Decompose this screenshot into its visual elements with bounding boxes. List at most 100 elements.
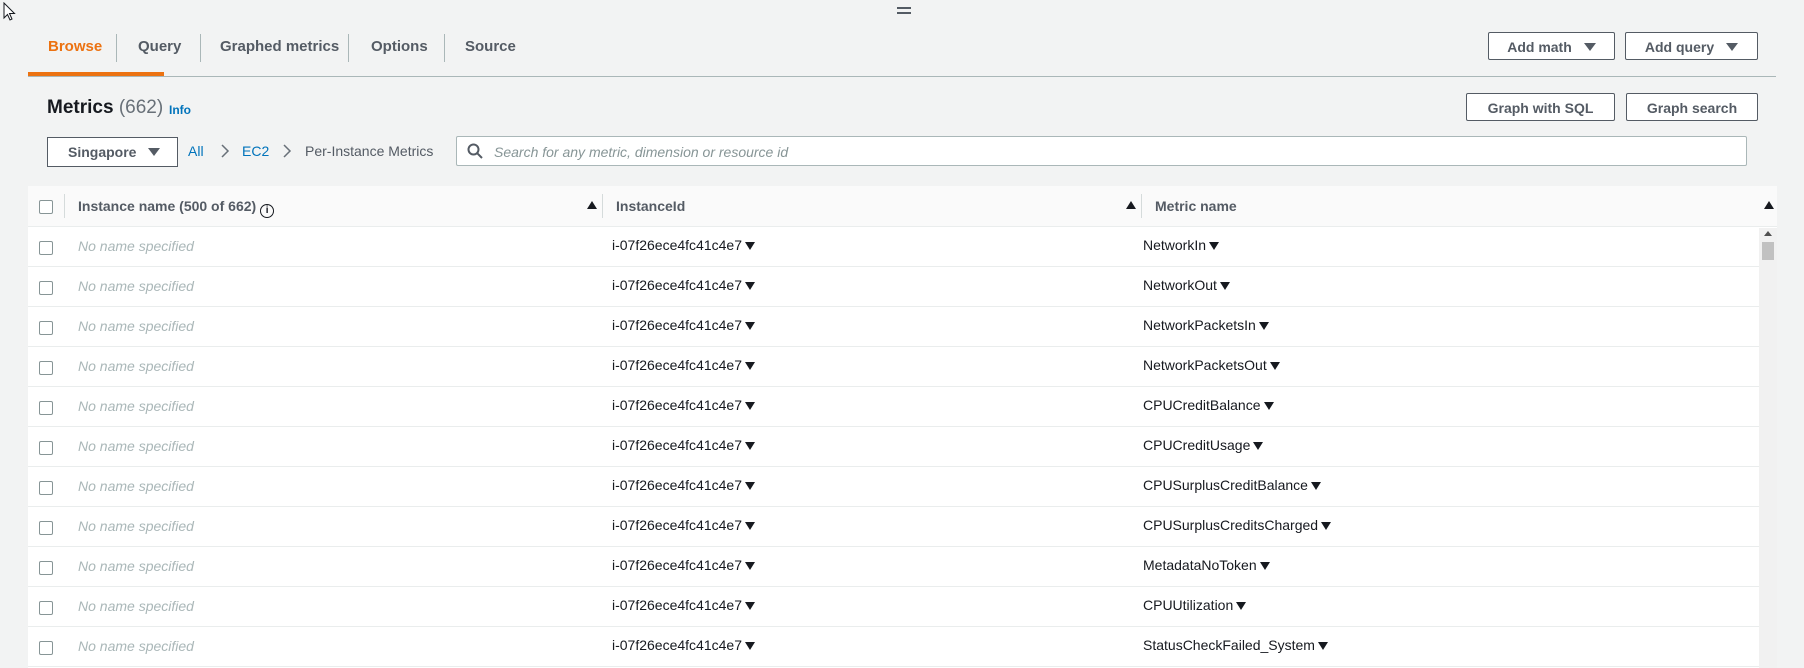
dropdown-icon[interactable] — [1258, 322, 1269, 330]
dropdown-icon[interactable] — [1236, 602, 1247, 610]
instance-id-cell[interactable]: i-07f26ece4fc41c4e7 — [612, 637, 755, 653]
table-row[interactable]: No name specified i-07f26ece4fc41c4e7 Stat… — [28, 627, 1759, 667]
tab-options[interactable]: Options — [371, 28, 428, 66]
metric-name-cell[interactable]: CPUCreditBalance — [1143, 397, 1274, 413]
instance-id-cell[interactable]: i-07f26ece4fc41c4e7 — [612, 357, 755, 373]
row-checkbox[interactable] — [39, 641, 53, 655]
table-row[interactable]: No name specified i-07f26ece4fc41c4e7 Netw… — [28, 347, 1759, 387]
row-checkbox[interactable] — [39, 241, 53, 255]
scroll-up-arrow-icon[interactable] — [1764, 231, 1772, 236]
metric-name-cell[interactable]: NetworkPacketsOut — [1143, 357, 1280, 373]
table-row[interactable]: No name specified i-07f26ece4fc41c4e7 Netw… — [28, 227, 1759, 267]
tab-query[interactable]: Query — [138, 28, 181, 66]
instance-id-cell[interactable]: i-07f26ece4fc41c4e7 — [612, 397, 755, 413]
dropdown-icon[interactable] — [745, 522, 755, 530]
breadcrumb-all[interactable]: All — [188, 143, 204, 159]
dropdown-icon[interactable] — [745, 442, 755, 450]
row-checkbox[interactable] — [39, 601, 53, 615]
instance-id-cell[interactable]: i-07f26ece4fc41c4e7 — [612, 557, 755, 573]
metric-name-cell[interactable]: MetadataNoToken — [1143, 557, 1270, 573]
dropdown-icon[interactable] — [745, 362, 755, 370]
dropdown-icon[interactable] — [1209, 242, 1220, 250]
tab-browse[interactable]: Browse — [48, 28, 102, 66]
add-query-label: Add query — [1644, 39, 1715, 55]
info-link[interactable]: Info — [169, 103, 191, 117]
tab-graphed-metrics[interactable]: Graphed metrics — [220, 28, 339, 66]
search-input[interactable] — [492, 141, 1736, 163]
table-header: Instance name (500 of 662) i InstanceId M… — [28, 186, 1777, 227]
table-row[interactable]: No name specified i-07f26ece4fc41c4e7 CPUS… — [28, 467, 1759, 507]
dropdown-icon[interactable] — [745, 242, 755, 250]
instance-id-cell[interactable]: i-07f26ece4fc41c4e7 — [612, 517, 755, 533]
metric-name-cell[interactable]: CPUCreditUsage — [1143, 437, 1264, 453]
table-row[interactable]: No name specified i-07f26ece4fc41c4e7 Meta… — [28, 547, 1759, 587]
mouse-cursor-icon — [3, 2, 16, 21]
graph-search-button[interactable]: Graph search — [1626, 93, 1758, 121]
table-row[interactable]: No name specified i-07f26ece4fc41c4e7 CPUC… — [28, 427, 1759, 467]
metric-name-cell[interactable]: NetworkIn — [1143, 237, 1220, 253]
dropdown-icon[interactable] — [1317, 642, 1328, 650]
sort-ascending-icon[interactable] — [1126, 201, 1136, 209]
dropdown-icon[interactable] — [745, 402, 755, 410]
table-row[interactable]: No name specified i-07f26ece4fc41c4e7 CPUS… — [28, 507, 1759, 547]
dropdown-icon[interactable] — [1219, 282, 1230, 290]
graph-with-sql-button[interactable]: Graph with SQL — [1466, 93, 1615, 121]
table-row[interactable]: No name specified i-07f26ece4fc41c4e7 CPUC… — [28, 387, 1759, 427]
dropdown-icon[interactable] — [1310, 482, 1321, 490]
breadcrumb-ec2[interactable]: EC2 — [242, 143, 269, 159]
table-scrollbar[interactable] — [1759, 228, 1777, 668]
select-all-checkbox[interactable] — [39, 200, 53, 214]
scroll-thumb[interactable] — [1762, 242, 1774, 260]
sort-ascending-icon[interactable] — [587, 201, 597, 209]
table-row[interactable]: No name specified i-07f26ece4fc41c4e7 Netw… — [28, 307, 1759, 347]
dropdown-icon[interactable] — [745, 282, 755, 290]
instance-id-cell[interactable]: i-07f26ece4fc41c4e7 — [612, 277, 755, 293]
metric-name-cell[interactable]: CPUSurplusCreditBalance — [1143, 477, 1321, 493]
instance-id-cell[interactable]: i-07f26ece4fc41c4e7 — [612, 317, 755, 333]
dropdown-icon[interactable] — [745, 562, 755, 570]
dropdown-icon[interactable] — [745, 482, 755, 490]
dropdown-icon[interactable] — [1259, 562, 1270, 570]
instance-name-cell: No name specified — [78, 358, 194, 374]
dropdown-icon[interactable] — [1269, 362, 1280, 370]
column-header-instance-id[interactable]: InstanceId — [616, 198, 685, 214]
info-icon[interactable]: i — [260, 204, 275, 218]
instance-id-cell[interactable]: i-07f26ece4fc41c4e7 — [612, 437, 755, 453]
metric-name-value: CPUCreditUsage — [1143, 437, 1251, 453]
metric-name-cell[interactable]: CPUSurplusCreditsCharged — [1143, 517, 1332, 533]
instance-id-cell[interactable]: i-07f26ece4fc41c4e7 — [612, 597, 755, 613]
dropdown-icon[interactable] — [745, 322, 755, 330]
region-selector[interactable]: Singapore — [47, 137, 178, 167]
row-checkbox[interactable] — [39, 521, 53, 535]
instance-id-value: i-07f26ece4fc41c4e7 — [612, 357, 742, 373]
row-checkbox[interactable] — [39, 481, 53, 495]
row-checkbox[interactable] — [39, 361, 53, 375]
instance-id-cell[interactable]: i-07f26ece4fc41c4e7 — [612, 237, 755, 253]
row-checkbox[interactable] — [39, 441, 53, 455]
dropdown-icon[interactable] — [1263, 402, 1274, 410]
tab-source[interactable]: Source — [465, 28, 516, 66]
add-query-button[interactable]: Add query — [1625, 32, 1758, 60]
metric-name-cell[interactable]: StatusCheckFailed_System — [1143, 637, 1328, 653]
column-header-instance-name[interactable]: Instance name (500 of 662) i — [78, 198, 275, 218]
dropdown-icon[interactable] — [745, 602, 755, 610]
breadcrumb-current: Per-Instance Metrics — [305, 143, 434, 159]
row-checkbox[interactable] — [39, 561, 53, 575]
row-checkbox[interactable] — [39, 401, 53, 415]
metric-name-cell[interactable]: CPUUtilization — [1143, 597, 1247, 613]
row-checkbox[interactable] — [39, 281, 53, 295]
dropdown-icon[interactable] — [745, 642, 755, 650]
instance-id-cell[interactable]: i-07f26ece4fc41c4e7 — [612, 477, 755, 493]
metric-name-cell[interactable]: NetworkOut — [1143, 277, 1230, 293]
table-row[interactable]: No name specified i-07f26ece4fc41c4e7 CPUU… — [28, 587, 1759, 627]
dropdown-icon[interactable] — [1253, 442, 1264, 450]
table-row[interactable]: No name specified i-07f26ece4fc41c4e7 Netw… — [28, 267, 1759, 307]
sort-ascending-icon[interactable] — [1764, 201, 1774, 209]
drag-handle-icon[interactable] — [897, 7, 911, 14]
column-header-metric-name[interactable]: Metric name — [1155, 198, 1237, 214]
row-checkbox[interactable] — [39, 321, 53, 335]
dropdown-icon[interactable] — [1321, 522, 1332, 530]
metric-name-cell[interactable]: NetworkPacketsIn — [1143, 317, 1269, 333]
add-math-button[interactable]: Add math — [1488, 32, 1615, 60]
caret-down-icon — [1583, 43, 1596, 51]
